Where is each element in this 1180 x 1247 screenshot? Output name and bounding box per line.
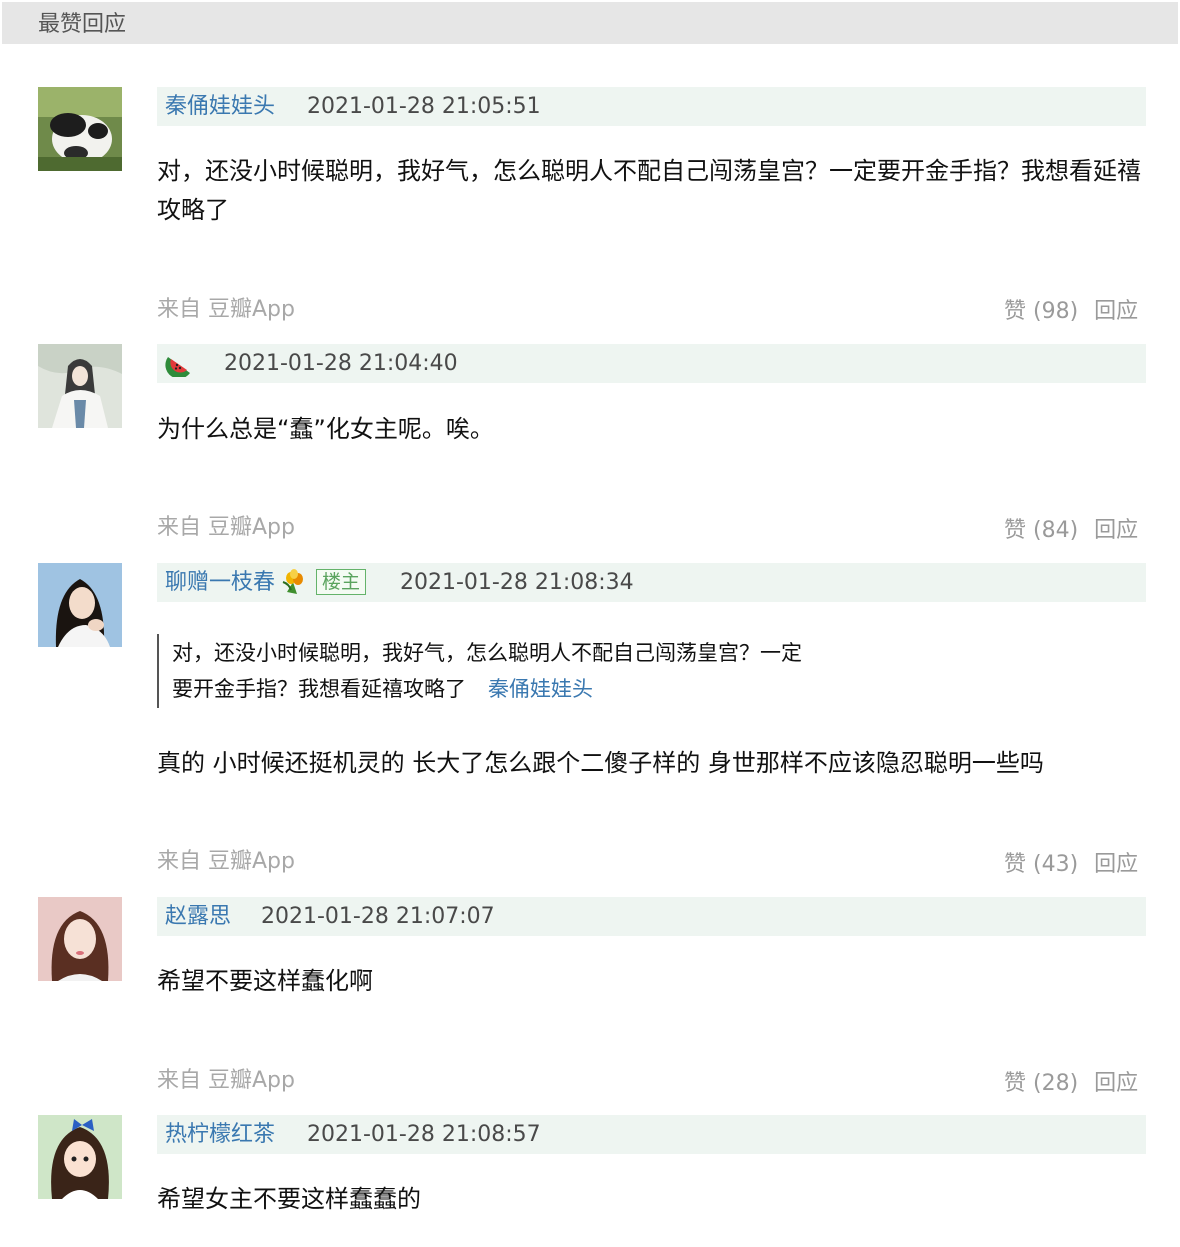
top-replies-page: 最赞回应 秦俑娃娃头 2021-01-28 21:05:51 对，还没小时候聪明… (0, 0, 1180, 1247)
comment-actions: 赞 (98) 回应 (1004, 298, 1138, 326)
comment-text: 希望不要这样蠢化啊 (157, 967, 373, 995)
quote-author[interactable]: 秦俑娃娃头 (488, 677, 593, 701)
comment-text: 希望女主不要这样蠢蠢的 (157, 1185, 421, 1213)
comment-meta-bar: 赵露思 2021-01-28 21:07:07 (157, 897, 1146, 936)
comment-actions: 赞 (43) 回应 (1004, 851, 1138, 879)
comment-meta-bar: 热柠檬红茶 2021-01-28 21:08:57 (157, 1115, 1146, 1154)
avatar[interactable] (38, 563, 122, 647)
ancient-lady-avatar-icon (38, 344, 122, 428)
avatar[interactable] (38, 897, 122, 981)
like-button[interactable]: 赞 (43) (1004, 852, 1078, 877)
girl-portrait-avatar-icon (38, 563, 122, 647)
like-button[interactable]: 赞 (98) (1004, 299, 1078, 324)
quote-line: 要开金手指？我想看延禧攻略了 秦俑娃娃头 (172, 671, 877, 707)
section-title: 最赞回应 (38, 12, 127, 37)
comment-actions: 赞 (84) 回应 (1004, 517, 1138, 545)
comment-time: 2021-01-28 21:08:34 (400, 570, 634, 595)
comment-source: 来自 豆瓣App (157, 1068, 295, 1093)
comment-source: 来自 豆瓣App (157, 515, 295, 540)
comment-actions: 赞 (28) 回应 (1004, 1070, 1138, 1098)
comment-author[interactable]: 赵露思 (165, 903, 231, 931)
host-badge: 楼主 (316, 569, 367, 595)
reply-button[interactable]: 回应 (1094, 852, 1138, 877)
like-button[interactable]: 赞 (84) (1004, 518, 1078, 543)
quote-line: 对，还没小时候聪明，我好气，怎么聪明人不配自己闯荡皇宫？一定 (172, 641, 802, 665)
like-button[interactable]: 赞 (28) (1004, 1071, 1078, 1096)
avatar[interactable] (38, 1115, 122, 1199)
avatar[interactable] (38, 87, 122, 171)
comment-time: 2021-01-28 21:08:57 (307, 1122, 541, 1147)
avatar[interactable] (38, 344, 122, 428)
comment-source: 来自 豆瓣App (157, 849, 295, 874)
comment-meta-bar: 聊赠一枝春 楼主 2021-01-28 21:08:34 (157, 563, 1146, 602)
comment-author[interactable]: 秦俑娃娃头 (165, 93, 275, 121)
reply-button[interactable]: 回应 (1094, 299, 1138, 324)
comment-meta-bar: 2021-01-28 21:04:40 (157, 344, 1146, 383)
flower-bouquet-icon (279, 568, 307, 596)
section-header: 最赞回应 (2, 2, 1178, 44)
cartoon-girl-avatar-icon (38, 1115, 122, 1199)
quote-line-text: 要开金手指？我想看延禧攻略了 (172, 677, 466, 701)
comment-author[interactable]: 聊赠一枝春 (165, 569, 275, 597)
comment-time: 2021-01-28 21:04:40 (224, 351, 458, 376)
comment-text: 为什么总是“蠢”化女主呢。唉。 (157, 415, 494, 443)
comment-time: 2021-01-28 21:07:07 (261, 904, 495, 929)
comment-text: 真的 小时候还挺机灵的 长大了怎么跟个二傻子样的 身世那样不应该隐忍聪明一些吗 (157, 749, 1044, 777)
reply-button[interactable]: 回应 (1094, 518, 1138, 543)
quote-text: 对，还没小时候聪明，我好气，怎么聪明人不配自己闯荡皇宫？一定 要开金手指？我想看… (172, 635, 877, 707)
comment-meta-bar: 秦俑娃娃头 2021-01-28 21:05:51 (157, 87, 1146, 126)
actress-portrait-avatar-icon (38, 897, 122, 981)
comment-source: 来自 豆瓣App (157, 297, 295, 322)
comment-author[interactable]: 热柠檬红茶 (165, 1121, 275, 1149)
watermelon-icon (165, 349, 193, 377)
reply-button[interactable]: 回应 (1094, 1071, 1138, 1096)
quoted-reply: 对，还没小时候聪明，我好气，怎么聪明人不配自己闯荡皇宫？一定 要开金手指？我想看… (157, 634, 877, 708)
panda-avatar-icon (38, 87, 122, 171)
comment-text: 对，还没小时候聪明，我好气，怎么聪明人不配自己闯荡皇宫？一定要开金手指？我想看延… (157, 157, 1141, 224)
comment-time: 2021-01-28 21:05:51 (307, 94, 541, 119)
